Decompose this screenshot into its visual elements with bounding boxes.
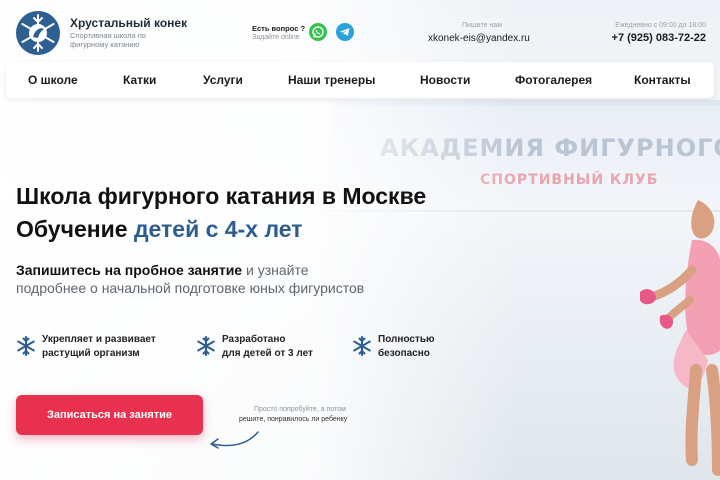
nav-item-coaches[interactable]: Наши тренеры <box>288 73 375 87</box>
brand-title: Хрустальный конек <box>70 16 188 30</box>
email-caption: Пишите нам <box>462 22 503 29</box>
nav-item-about[interactable]: О школе <box>28 73 78 87</box>
signup-button[interactable]: Записаться на занятие <box>16 395 203 435</box>
phone-link[interactable]: +7 (925) 083-72-22 <box>612 32 706 44</box>
cta-hint-line2: решите, понравилось ли ребенку <box>239 416 348 423</box>
working-hours: Ежедневно с 09:00 до 18:00 <box>615 22 706 29</box>
cta-hint-line1: Просто попробуйте, а потом <box>254 406 346 413</box>
snowflake-icon <box>197 336 215 356</box>
feature-text: Полностью безопасно <box>378 333 435 361</box>
whatsapp-icon[interactable] <box>309 23 327 41</box>
snowflake-logo-icon[interactable] <box>14 9 62 57</box>
hero-lead-bold: Запишитесь на пробное занятие <box>16 262 243 278</box>
question-label: Есть вопрос ? <box>252 24 306 33</box>
nav-item-contacts[interactable]: Контакты <box>634 73 691 87</box>
hero-title-accent: детей с 4-х лет <box>133 216 303 242</box>
hero-title-line1: Школа фигурного катания в Москве <box>16 183 427 209</box>
telegram-icon[interactable] <box>336 23 354 41</box>
question-sublabel: Задайте online <box>252 34 300 41</box>
hero-lead-rest: и узнайте <box>245 262 309 278</box>
hero-title-line2: Обучение детей с 4-х лет <box>16 216 303 243</box>
hero-title-prefix: Обучение <box>16 216 128 242</box>
feature-text: Укрепляет и развивает растущий организм <box>42 333 156 361</box>
snowflake-icon <box>17 336 35 356</box>
nav-item-rinks[interactable]: Катки <box>123 73 156 87</box>
main-navigation: О школе Катки Услуги Наши тренеры Новост… <box>6 62 714 98</box>
feature-text-line1: Полностью <box>378 334 435 345</box>
brand-subtitle: Спортивная школа по фигурному катанию <box>70 31 146 49</box>
feature-text-line1: Разработано <box>222 334 286 345</box>
curved-arrow-icon <box>210 431 259 449</box>
snowflake-icon <box>353 336 371 356</box>
nav-item-gallery[interactable]: Фотогалерея <box>515 73 592 87</box>
nav-item-news[interactable]: Новости <box>420 73 470 87</box>
hero-lead-line1: Запишитесь на пробное занятие и узнайте <box>16 262 309 278</box>
nav-item-services[interactable]: Услуги <box>203 73 243 87</box>
feature-text-line1: Укрепляет и развивает <box>42 334 156 345</box>
feature-text: Разработано для детей от 3 лет <box>222 333 313 361</box>
feature-text-line2: для детей от 3 лет <box>222 348 313 359</box>
hero-lead-line2: подробнее о начальной подготовке юных фи… <box>16 280 365 296</box>
site-header: Хрустальный конек Спортивная школа по фи… <box>0 0 720 62</box>
skater-image <box>640 200 720 476</box>
feature-text-line2: безопасно <box>378 348 430 359</box>
email-link[interactable]: xkonek-eis@yandex.ru <box>428 33 530 44</box>
feature-text-line2: растущий организм <box>42 348 140 359</box>
